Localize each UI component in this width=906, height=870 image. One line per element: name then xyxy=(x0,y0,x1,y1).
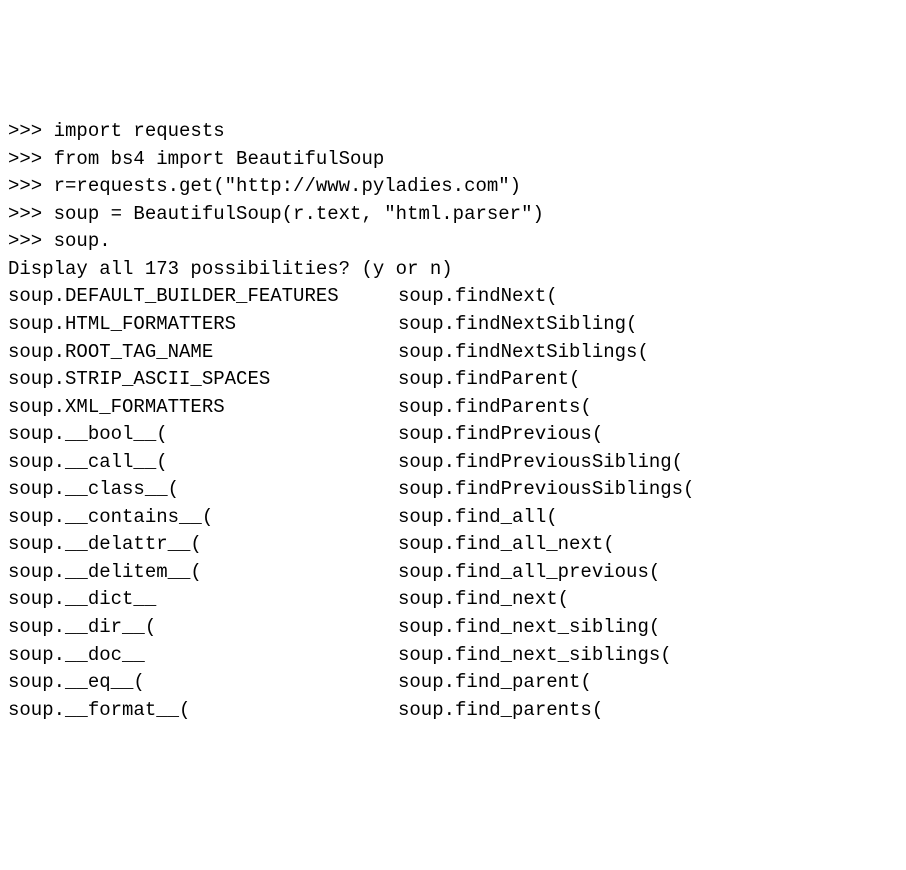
completion-row: soup.__delattr__(soup.find_all_next( xyxy=(8,531,898,559)
completion-row: soup.XML_FORMATTERSsoup.findParents( xyxy=(8,394,898,422)
completion-item: soup.find_parent( xyxy=(398,669,592,697)
completion-item: soup.findNext( xyxy=(398,283,558,311)
completion-item: soup.findNextSibling( xyxy=(398,311,637,339)
completion-row: soup.STRIP_ASCII_SPACESsoup.findParent( xyxy=(8,366,898,394)
completion-row: soup.__class__(soup.findPreviousSiblings… xyxy=(8,476,898,504)
repl-input-line-0: >>> import requests xyxy=(8,118,898,146)
display-all-prompt: Display all 173 possibilities? (y or n) xyxy=(8,256,898,284)
completion-item: soup.findPreviousSibling( xyxy=(398,449,683,477)
completion-item: soup.find_next_sibling( xyxy=(398,614,660,642)
completion-item: soup.__contains__( xyxy=(8,504,398,532)
completion-item: soup.XML_FORMATTERS xyxy=(8,394,398,422)
completion-item: soup.ROOT_TAG_NAME xyxy=(8,339,398,367)
completion-row: soup.HTML_FORMATTERSsoup.findNextSibling… xyxy=(8,311,898,339)
completion-row: soup.__call__(soup.findPreviousSibling( xyxy=(8,449,898,477)
completion-item: soup.find_next( xyxy=(398,586,569,614)
completion-item: soup.__class__( xyxy=(8,476,398,504)
completion-item: soup.STRIP_ASCII_SPACES xyxy=(8,366,398,394)
completion-item: soup.findParent( xyxy=(398,366,580,394)
completion-row: soup.DEFAULT_BUILDER_FEATURESsoup.findNe… xyxy=(8,283,898,311)
completion-item: soup.find_all_previous( xyxy=(398,559,660,587)
completion-item: soup.findNextSiblings( xyxy=(398,339,649,367)
completion-row: soup.__dir__(soup.find_next_sibling( xyxy=(8,614,898,642)
completion-item: soup.DEFAULT_BUILDER_FEATURES xyxy=(8,283,398,311)
completion-item: soup.__doc__ xyxy=(8,642,398,670)
completion-item: soup.find_all_next( xyxy=(398,531,615,559)
completion-item: soup.findPrevious( xyxy=(398,421,603,449)
completion-row: soup.__bool__(soup.findPrevious( xyxy=(8,421,898,449)
completion-item: soup.__delitem__( xyxy=(8,559,398,587)
completion-row: soup.__dict__soup.find_next( xyxy=(8,586,898,614)
completion-row: soup.ROOT_TAG_NAMEsoup.findNextSiblings( xyxy=(8,339,898,367)
repl-input-line-4: >>> soup. xyxy=(8,228,898,256)
completion-item: soup.findPreviousSiblings( xyxy=(398,476,694,504)
completion-row: soup.__eq__(soup.find_parent( xyxy=(8,669,898,697)
repl-input-line-2: >>> r=requests.get("http://www.pyladies.… xyxy=(8,173,898,201)
completion-row: soup.__contains__(soup.find_all( xyxy=(8,504,898,532)
completion-item: soup.findParents( xyxy=(398,394,592,422)
completion-item: soup.__call__( xyxy=(8,449,398,477)
repl-input-line-3: >>> soup = BeautifulSoup(r.text, "html.p… xyxy=(8,201,898,229)
completion-item: soup.__bool__( xyxy=(8,421,398,449)
python-repl-terminal[interactable]: >>> import requests>>> from bs4 import B… xyxy=(8,118,898,724)
completion-item: soup.__format__( xyxy=(8,697,398,725)
completion-row: soup.__format__(soup.find_parents( xyxy=(8,697,898,725)
completion-row: soup.__delitem__(soup.find_all_previous( xyxy=(8,559,898,587)
completion-item: soup.__dict__ xyxy=(8,586,398,614)
completion-item: soup.__delattr__( xyxy=(8,531,398,559)
completion-item: soup.find_parents( xyxy=(398,697,603,725)
completion-item: soup.find_all( xyxy=(398,504,558,532)
completion-item: soup.find_next_siblings( xyxy=(398,642,672,670)
repl-input-line-1: >>> from bs4 import BeautifulSoup xyxy=(8,146,898,174)
completion-item: soup.__dir__( xyxy=(8,614,398,642)
completion-item: soup.HTML_FORMATTERS xyxy=(8,311,398,339)
completion-row: soup.__doc__soup.find_next_siblings( xyxy=(8,642,898,670)
completion-item: soup.__eq__( xyxy=(8,669,398,697)
